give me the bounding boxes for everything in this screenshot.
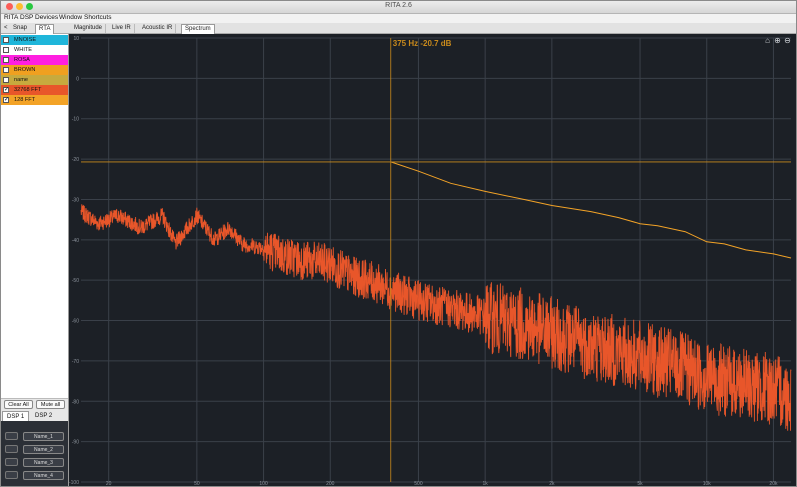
window-title: RITA 2.6 bbox=[385, 2, 412, 9]
signal-checkbox[interactable] bbox=[3, 47, 9, 53]
signal-label: ROSA bbox=[14, 57, 30, 63]
signal-checkbox[interactable] bbox=[3, 57, 9, 63]
series-line-32768-fft bbox=[80, 204, 792, 431]
x-tick-label: 500 bbox=[414, 481, 423, 486]
home-icon[interactable]: ⌂ bbox=[763, 36, 772, 45]
y-tick-label: -100 bbox=[69, 480, 79, 486]
dsp-slot-toggle[interactable] bbox=[5, 432, 18, 440]
zoom-in-icon[interactable]: ⊕ bbox=[773, 36, 782, 45]
tab-rta[interactable]: RTA bbox=[35, 24, 55, 34]
signal-row-white[interactable]: WHITE bbox=[1, 45, 68, 55]
signal-label: 128 FFT bbox=[14, 97, 36, 103]
app-window: RITA 2.6 RITA DSP Devices Window Shortcu… bbox=[0, 0, 797, 487]
menu-shortcuts[interactable]: Shortcuts bbox=[84, 14, 111, 21]
dsp-slot-name-button[interactable]: Name_2 bbox=[23, 445, 64, 454]
x-tick-label: 50 bbox=[194, 481, 200, 486]
x-tick-label: 10k bbox=[703, 481, 712, 486]
plot-toolbar: ⌂ ⊕ ⊖ bbox=[763, 36, 792, 45]
signal-checkbox-checked[interactable]: ✓ bbox=[3, 97, 9, 103]
zoom-out-icon[interactable]: ⊖ bbox=[783, 36, 792, 45]
y-tick-label: -70 bbox=[72, 359, 79, 365]
clear-all-button[interactable]: Clear All bbox=[4, 400, 33, 409]
y-tick-label: -90 bbox=[72, 440, 79, 446]
y-tick-label: -30 bbox=[72, 197, 79, 203]
signal-row-mnoise[interactable]: MNOISE bbox=[1, 35, 68, 45]
y-tick-label: -50 bbox=[72, 278, 79, 284]
x-tick-label: 200 bbox=[326, 481, 335, 486]
signal-label: name bbox=[14, 77, 28, 83]
y-tick-label: -20 bbox=[72, 157, 79, 163]
signal-checkbox[interactable] bbox=[3, 67, 9, 73]
x-tick-label: 20k bbox=[769, 481, 778, 486]
dsp-slot-name-button[interactable]: Name_1 bbox=[23, 432, 64, 441]
tab-dsp-2[interactable]: DSP 2 bbox=[35, 411, 52, 421]
dsp-slot-toggle[interactable] bbox=[5, 458, 18, 466]
y-tick-label: -60 bbox=[72, 319, 79, 325]
spectrum-plot[interactable]: 10 0 -10 -20 -30 -40 -50 -60 -70 -80 -90 -100 20 50 10… bbox=[69, 34, 796, 486]
series-line-128-fft bbox=[390, 161, 792, 259]
signal-row-name[interactable]: name bbox=[1, 75, 68, 85]
signal-label: 32768 FFT bbox=[14, 87, 42, 93]
signal-checkbox[interactable] bbox=[3, 77, 9, 83]
spectrum-chart[interactable]: 100-10-20-30-40-50-60-70-80-90-100 20 50 10… bbox=[69, 34, 796, 486]
x-tick-label: 20 bbox=[106, 481, 112, 486]
signal-row-brown[interactable]: BROWN bbox=[1, 65, 68, 75]
x-tick-label: 5k bbox=[637, 481, 643, 486]
mute-all-button[interactable]: Mute all bbox=[36, 400, 65, 409]
dsp-slot-toggle[interactable] bbox=[5, 471, 18, 479]
dsp-slot-name-button[interactable]: Name_4 bbox=[23, 471, 64, 480]
menu-dsp[interactable]: DSP bbox=[20, 14, 33, 21]
tab-snap[interactable]: Snap bbox=[13, 24, 27, 33]
signal-row-32768-fft[interactable]: ✓ 32768 FFT bbox=[1, 85, 68, 95]
y-tick-label: 10 bbox=[73, 36, 79, 42]
dsp-slot-name-button[interactable]: Name_3 bbox=[23, 458, 64, 467]
signal-row-128-fft[interactable]: ✓ 128 FFT bbox=[1, 95, 68, 105]
menu-bar: RITA DSP Devices Window Shortcuts bbox=[1, 14, 796, 23]
tab-acoustic-ir[interactable]: Acoustic IR bbox=[139, 24, 177, 33]
back-tab-button[interactable]: < bbox=[4, 24, 8, 33]
tab-spectrum[interactable]: Spectrum bbox=[181, 24, 215, 34]
signal-sidebar: MNOISE WHITE ROSA BROWN name ✓ 32768 FFT… bbox=[1, 34, 69, 486]
cursor-readout: 375 Hz -20.7 dB bbox=[393, 39, 452, 48]
menu-rita[interactable]: RITA bbox=[4, 14, 18, 21]
y-tick-label: -40 bbox=[72, 238, 79, 244]
signal-checkbox[interactable] bbox=[3, 37, 9, 43]
x-tick-label: 1k bbox=[483, 481, 489, 486]
tab-magnitude[interactable]: Magnitude bbox=[71, 24, 107, 33]
tab-dsp-1[interactable]: DSP 1 bbox=[2, 411, 30, 421]
x-tick-label: 100 bbox=[259, 481, 268, 486]
y-tick-label: 0 bbox=[76, 76, 79, 82]
signal-label: BROWN bbox=[14, 67, 36, 73]
menu-devices[interactable]: Devices bbox=[35, 14, 58, 21]
signal-row-rosa[interactable]: ROSA bbox=[1, 55, 68, 65]
menu-window[interactable]: Window bbox=[59, 14, 82, 21]
signal-label: MNOISE bbox=[14, 37, 37, 43]
y-tick-label: -10 bbox=[72, 117, 79, 123]
dsp-slot-toggle[interactable] bbox=[5, 445, 18, 453]
signal-label: WHITE bbox=[14, 47, 33, 53]
tab-row: < Snap RTA Magnitude Live IR Acoustic IR… bbox=[1, 23, 796, 34]
tab-live-ir[interactable]: Live IR bbox=[109, 24, 135, 33]
dsp-slot-panel: Name_1 Name_2 Name_3 Name_4 bbox=[1, 421, 68, 486]
x-tick-label: 2k bbox=[549, 481, 555, 486]
y-tick-label: -80 bbox=[72, 399, 79, 405]
title-bar: RITA 2.6 bbox=[1, 1, 796, 14]
signal-checkbox-checked[interactable]: ✓ bbox=[3, 87, 9, 93]
